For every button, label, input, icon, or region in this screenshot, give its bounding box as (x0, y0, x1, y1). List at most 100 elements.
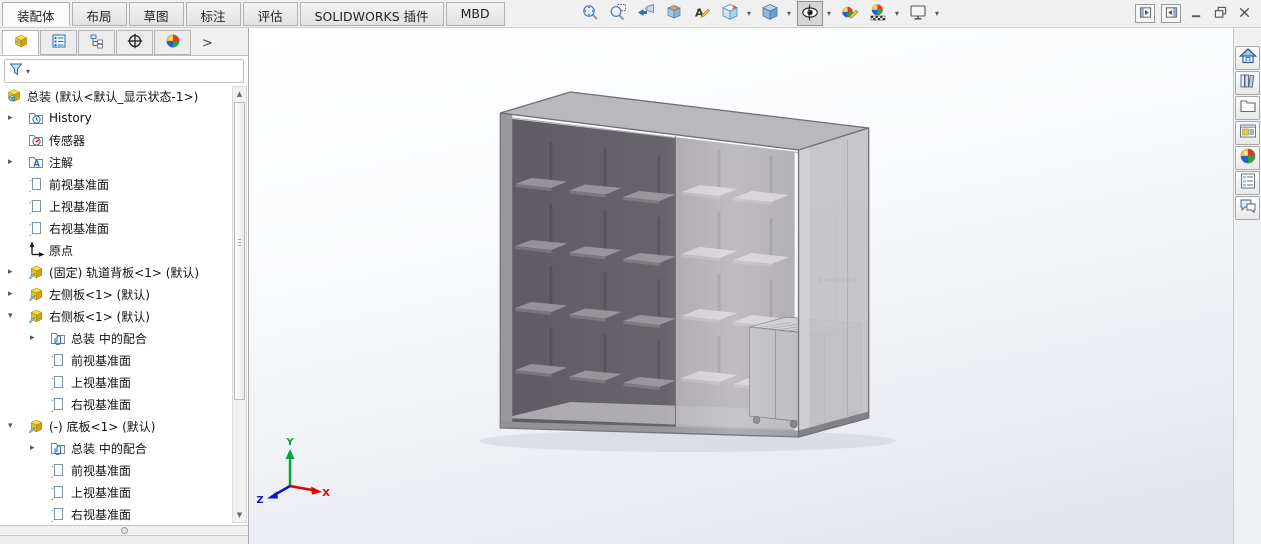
tree-item[interactable]: ▸ 总装 中的配合 (0, 437, 248, 459)
solidworks-resources-button[interactable] (1235, 46, 1260, 70)
displaymanager-icon (165, 33, 181, 53)
command-tab[interactable]: 草图 (128, 2, 184, 26)
tree-expander-expanded[interactable]: ▾ (6, 311, 28, 321)
tree-item[interactable]: ▾ (-) 底板<1> (默认) (0, 415, 248, 437)
tree-item[interactable]: ▾ 右侧板<1> (默认) (0, 305, 248, 327)
solidworks-window: 装配体 布局 草图 标注 评估 SOLIDWORKS 插件 MBD A ▾ ▾ ▾ ▾ ▾ > ▾ 总… (0, 0, 1261, 544)
part-icon (28, 308, 45, 324)
hide-show-items-button[interactable] (797, 1, 823, 26)
tree-item[interactable]: 前视基准面 (0, 173, 248, 195)
tree-expander-collapsed[interactable]: ▸ (6, 267, 28, 277)
graphics-viewport[interactable]: Y X Z (249, 28, 1233, 544)
tree-expander-collapsed[interactable]: ▸ (6, 113, 28, 123)
tree-expander-expanded[interactable]: ▾ (6, 421, 28, 431)
tree-item[interactable]: 前视基准面 (0, 459, 248, 481)
panel-tabs: > (0, 28, 248, 56)
tree-item[interactable]: ▸ 总装 中的配合 (0, 327, 248, 349)
tree-item[interactable]: 右视基准面 (0, 503, 248, 525)
command-tab[interactable]: SOLIDWORKS 插件 (299, 2, 444, 26)
command-tab[interactable]: 布局 (71, 2, 127, 26)
appearances-scenes-button[interactable] (1235, 146, 1260, 170)
restore-button[interactable] (1211, 5, 1229, 22)
plane-icon (50, 352, 67, 368)
edit-appearance-button[interactable] (837, 1, 863, 26)
main-area: > ▾ 总装 (默认<默认_显示状态-1>) ▸ History 传感器 ▸ A 注解 前视基… (0, 28, 1261, 544)
command-tab[interactable]: 标注 (185, 2, 241, 26)
dynamic-annotation-views-button[interactable]: A (689, 1, 715, 26)
command-tab[interactable]: 装配体 (2, 2, 70, 26)
scroll-down-button[interactable]: ▼ (233, 508, 246, 522)
file-explorer-button[interactable] (1235, 96, 1260, 120)
zoom-to-area-button[interactable] (605, 1, 631, 26)
collapse-left-pane-button[interactable] (1135, 4, 1155, 23)
triad-z-label: Z (256, 495, 263, 506)
apply-scene-dropdown[interactable]: ▾ (892, 2, 902, 25)
tree-expander-collapsed[interactable]: ▸ (6, 157, 28, 167)
cabinet-assembly-model[interactable] (479, 91, 896, 452)
mates-icon (50, 330, 67, 346)
collapse-right-pane-button[interactable] (1161, 4, 1181, 23)
tree-expander-collapsed[interactable]: ▸ (6, 289, 28, 299)
panel-tab-propertymanager[interactable] (40, 30, 77, 55)
part-icon (28, 286, 45, 302)
panel-tab-featuremanager-design-tree[interactable] (2, 30, 39, 55)
tree-expander-collapsed[interactable]: ▸ (28, 443, 50, 453)
design-library-button[interactable] (1235, 71, 1260, 95)
view-palette-button[interactable] (1235, 121, 1260, 145)
tree-item[interactable]: 原点 (0, 239, 248, 261)
close-icon (1238, 4, 1251, 23)
tree-item[interactable]: ▸ 左侧板<1> (默认) (0, 283, 248, 305)
view-orientation-dropdown[interactable]: ▾ (744, 2, 754, 25)
command-tab[interactable]: 评估 (242, 2, 298, 26)
hide-show-items-dropdown[interactable]: ▾ (824, 2, 834, 25)
tree-scrollbar[interactable]: ▲ ▼ (232, 86, 247, 523)
tree-item[interactable]: ▸ (固定) 轨道背板<1> (默认) (0, 261, 248, 283)
tree-item[interactable]: ▸ A 注解 (0, 151, 248, 173)
panel-splitter[interactable] (0, 525, 248, 535)
tree-item[interactable]: 前视基准面 (0, 349, 248, 371)
previous-view-button[interactable] (633, 1, 659, 26)
part-icon (28, 418, 45, 434)
tree-expander-collapsed[interactable]: ▸ (28, 333, 50, 343)
tree-item[interactable]: 右视基准面 (0, 217, 248, 239)
solidworks-forum-button[interactable] (1235, 196, 1260, 220)
display-style-button[interactable] (757, 1, 783, 26)
panel-tab-displaymanager[interactable] (154, 30, 191, 55)
tree-item-label: 前视基准面 (71, 353, 132, 368)
filter-funnel-icon[interactable] (8, 61, 24, 81)
view-settings-button[interactable] (905, 1, 931, 26)
panel-tab-dimxpertmanager[interactable] (116, 30, 153, 55)
tree-item[interactable]: 上视基准面 (0, 195, 248, 217)
tree-item[interactable]: 右视基准面 (0, 393, 248, 415)
tree-item[interactable]: 上视基准面 (0, 371, 248, 393)
tree-item[interactable]: 上视基准面 (0, 481, 248, 503)
zoom-to-fit-button[interactable] (577, 1, 603, 26)
panel-tab-configurationmanager[interactable] (78, 30, 115, 55)
scroll-up-button[interactable]: ▲ (233, 87, 246, 101)
command-tab[interactable]: MBD (445, 2, 505, 26)
tree-item[interactable]: ▸ History (0, 107, 248, 129)
filter-dropdown-caret[interactable]: ▾ (26, 67, 30, 76)
minimize-button[interactable] (1187, 5, 1205, 22)
tree-item-label: History (49, 111, 92, 125)
close-button[interactable] (1235, 5, 1253, 22)
apply-scene-button[interactable] (865, 1, 891, 26)
viewport-canvas[interactable]: Y X Z (249, 28, 1233, 544)
home-icon (1238, 47, 1257, 69)
view-orientation-button[interactable] (717, 1, 743, 26)
panel-body: ▾ 总装 (默认<默认_显示状态-1>) ▸ History 传感器 ▸ A 注解 前视基准面… (0, 56, 248, 525)
panel-tabs-overflow-chevron[interactable]: > (202, 36, 213, 55)
tree-item-label: 上视基准面 (71, 485, 132, 500)
tree-filter[interactable]: ▾ (4, 59, 244, 83)
palette-icon (1239, 122, 1257, 144)
scroll-thumb[interactable] (234, 102, 245, 400)
section-view-button[interactable] (661, 1, 687, 26)
tree-item[interactable]: 总装 (默认<默认_显示状态-1>) (0, 85, 248, 107)
view-settings-dropdown[interactable]: ▾ (932, 2, 942, 25)
tree-item[interactable]: 传感器 (0, 129, 248, 151)
plane-icon (50, 506, 67, 522)
display-style-dropdown[interactable]: ▾ (784, 2, 794, 25)
custom-properties-button[interactable] (1235, 171, 1260, 195)
library-icon (1239, 72, 1257, 94)
zoom-to-area-icon (609, 3, 627, 25)
